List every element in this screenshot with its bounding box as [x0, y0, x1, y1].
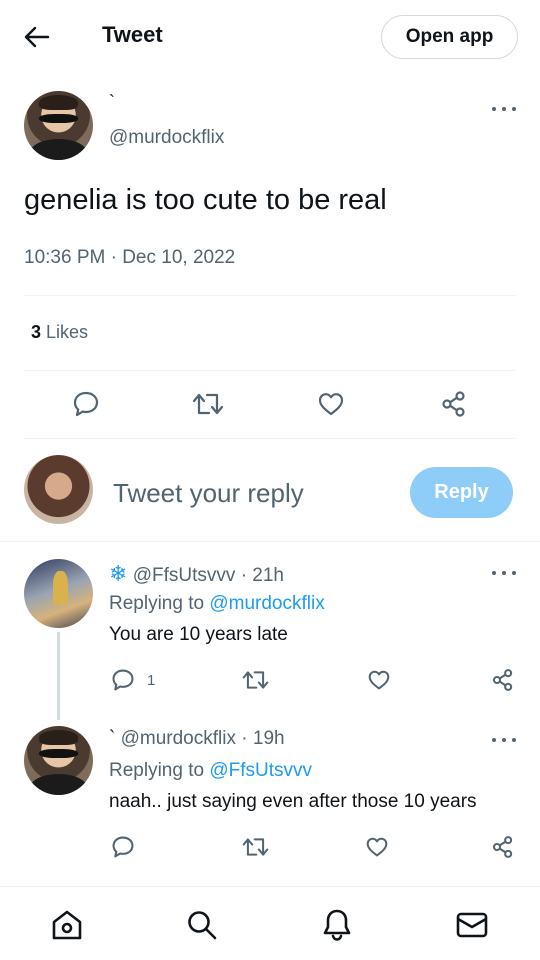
share-action[interactable] [488, 666, 518, 694]
bottom-nav [0, 886, 540, 960]
divider [24, 370, 516, 371]
more-options-icon[interactable] [492, 736, 516, 744]
reply-time[interactable]: 19h [253, 728, 285, 749]
back-button[interactable] [20, 22, 54, 52]
open-app-button[interactable]: Open app [381, 15, 518, 59]
reply-button[interactable]: Reply [410, 467, 513, 518]
share-action[interactable] [436, 388, 472, 420]
author-avatar[interactable] [24, 91, 93, 160]
messages-icon [456, 912, 488, 938]
reply-time[interactable]: 21h [252, 565, 284, 586]
tweet-timestamp[interactable]: 10:36 PM · Dec 10, 2022 [24, 247, 235, 269]
heart-icon [366, 837, 388, 857]
reply-input[interactable]: Tweet your reply [113, 478, 304, 509]
retweet-action[interactable] [190, 388, 226, 420]
more-options-icon[interactable] [492, 105, 516, 113]
share-icon [442, 391, 465, 417]
reply-text: naah.. just saying even after those 10 y… [109, 791, 477, 812]
comment-icon [112, 836, 134, 858]
author-display-name[interactable]: ` [109, 92, 115, 113]
nav-home[interactable] [47, 905, 87, 945]
like-action[interactable] [362, 833, 392, 861]
retweet-icon [242, 838, 268, 856]
likes-count-link[interactable]: 3 Likes [31, 322, 88, 343]
reply-handle[interactable]: @murdockflix [121, 728, 236, 749]
likes-label: Likes [46, 322, 89, 342]
nav-notifications[interactable] [317, 905, 357, 945]
reply-handle[interactable]: @FfsUtsvvv [133, 565, 236, 586]
reply-action[interactable] [108, 666, 138, 694]
replying-to: Replying to @murdockflix [109, 593, 325, 614]
share-icon [492, 836, 513, 858]
reply-text: You are 10 years late [109, 624, 288, 645]
top-bar: Tweet Open app [0, 0, 540, 74]
arrow-left-icon [24, 26, 50, 48]
retweet-action[interactable] [240, 833, 270, 861]
retweet-icon [192, 393, 224, 415]
tweet-text: genelia is too cute to be real [24, 184, 387, 216]
replying-to: Replying to @FfsUtsvvv [109, 760, 313, 781]
more-options-icon[interactable] [492, 569, 516, 577]
heart-icon [368, 670, 390, 690]
divider [24, 295, 516, 296]
reply-header: ❄ @FfsUtsvvv · 21h [109, 561, 284, 586]
search-icon [188, 911, 217, 940]
page-title: Tweet [102, 22, 163, 47]
comment-icon [112, 669, 134, 691]
reply-action[interactable] [108, 833, 138, 861]
nav-messages[interactable] [452, 905, 492, 945]
share-icon [492, 669, 513, 691]
reply-avatar[interactable] [24, 559, 93, 628]
reply-avatar[interactable] [24, 726, 93, 795]
reply-display-name[interactable]: ` [109, 728, 115, 749]
divider [0, 541, 540, 542]
comment-icon [73, 391, 99, 417]
notifications-icon [323, 909, 351, 941]
reply-count: 1 [147, 672, 156, 689]
like-action[interactable] [364, 666, 394, 694]
current-user-avatar [24, 455, 93, 524]
thread-connector [57, 632, 60, 720]
author-handle[interactable]: @murdockflix [109, 127, 224, 149]
snowflake-icon: ❄ [109, 561, 128, 586]
heart-icon [318, 393, 344, 416]
like-action[interactable] [313, 388, 349, 420]
retweet-icon [242, 671, 268, 689]
retweet-action[interactable] [240, 666, 270, 694]
mention-link[interactable]: @FfsUtsvvv [209, 760, 312, 781]
reply-header: ` @murdockflix · 19h [109, 728, 285, 749]
nav-search[interactable] [182, 905, 222, 945]
mention-link[interactable]: @murdockflix [209, 593, 324, 614]
reply-action[interactable] [68, 388, 104, 420]
share-action[interactable] [488, 833, 518, 861]
divider [24, 438, 516, 439]
likes-count: 3 [31, 322, 42, 342]
home-icon [52, 910, 82, 940]
